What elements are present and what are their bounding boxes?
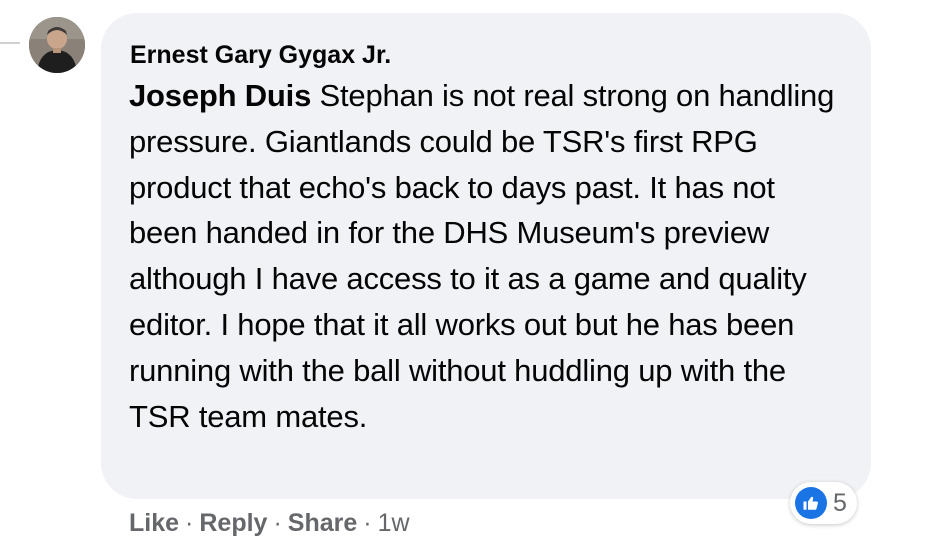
reply-button[interactable]: Reply [199,509,267,537]
comment-actions: Like · Reply · Share · 1w [129,506,410,540]
comment-text: Stephan is not real strong on handling p… [129,78,835,434]
like-icon [795,487,827,519]
share-button[interactable]: Share [288,509,357,537]
separator-dot: · [363,509,372,537]
mention-link[interactable]: Joseph Duis [129,78,311,113]
reaction-summary[interactable]: 5 [790,482,857,524]
avatar[interactable] [29,17,85,73]
comment-author[interactable]: Ernest Gary Gygax Jr. [130,40,843,70]
separator-dot: · [185,509,194,537]
timestamp-link[interactable]: 1w [378,509,410,537]
reaction-count: 5 [833,488,847,517]
like-button[interactable]: Like [129,509,179,537]
comment-bubble: Ernest Gary Gygax Jr. Joseph Duis Stepha… [101,13,871,499]
separator-dot: · [273,509,282,537]
comment-thread: Ernest Gary Gygax Jr. Joseph Duis Stepha… [0,0,934,544]
thread-connector-line [0,42,20,44]
avatar-photo [29,17,85,73]
comment-body: Joseph Duis Stephan is not real strong o… [129,73,843,439]
